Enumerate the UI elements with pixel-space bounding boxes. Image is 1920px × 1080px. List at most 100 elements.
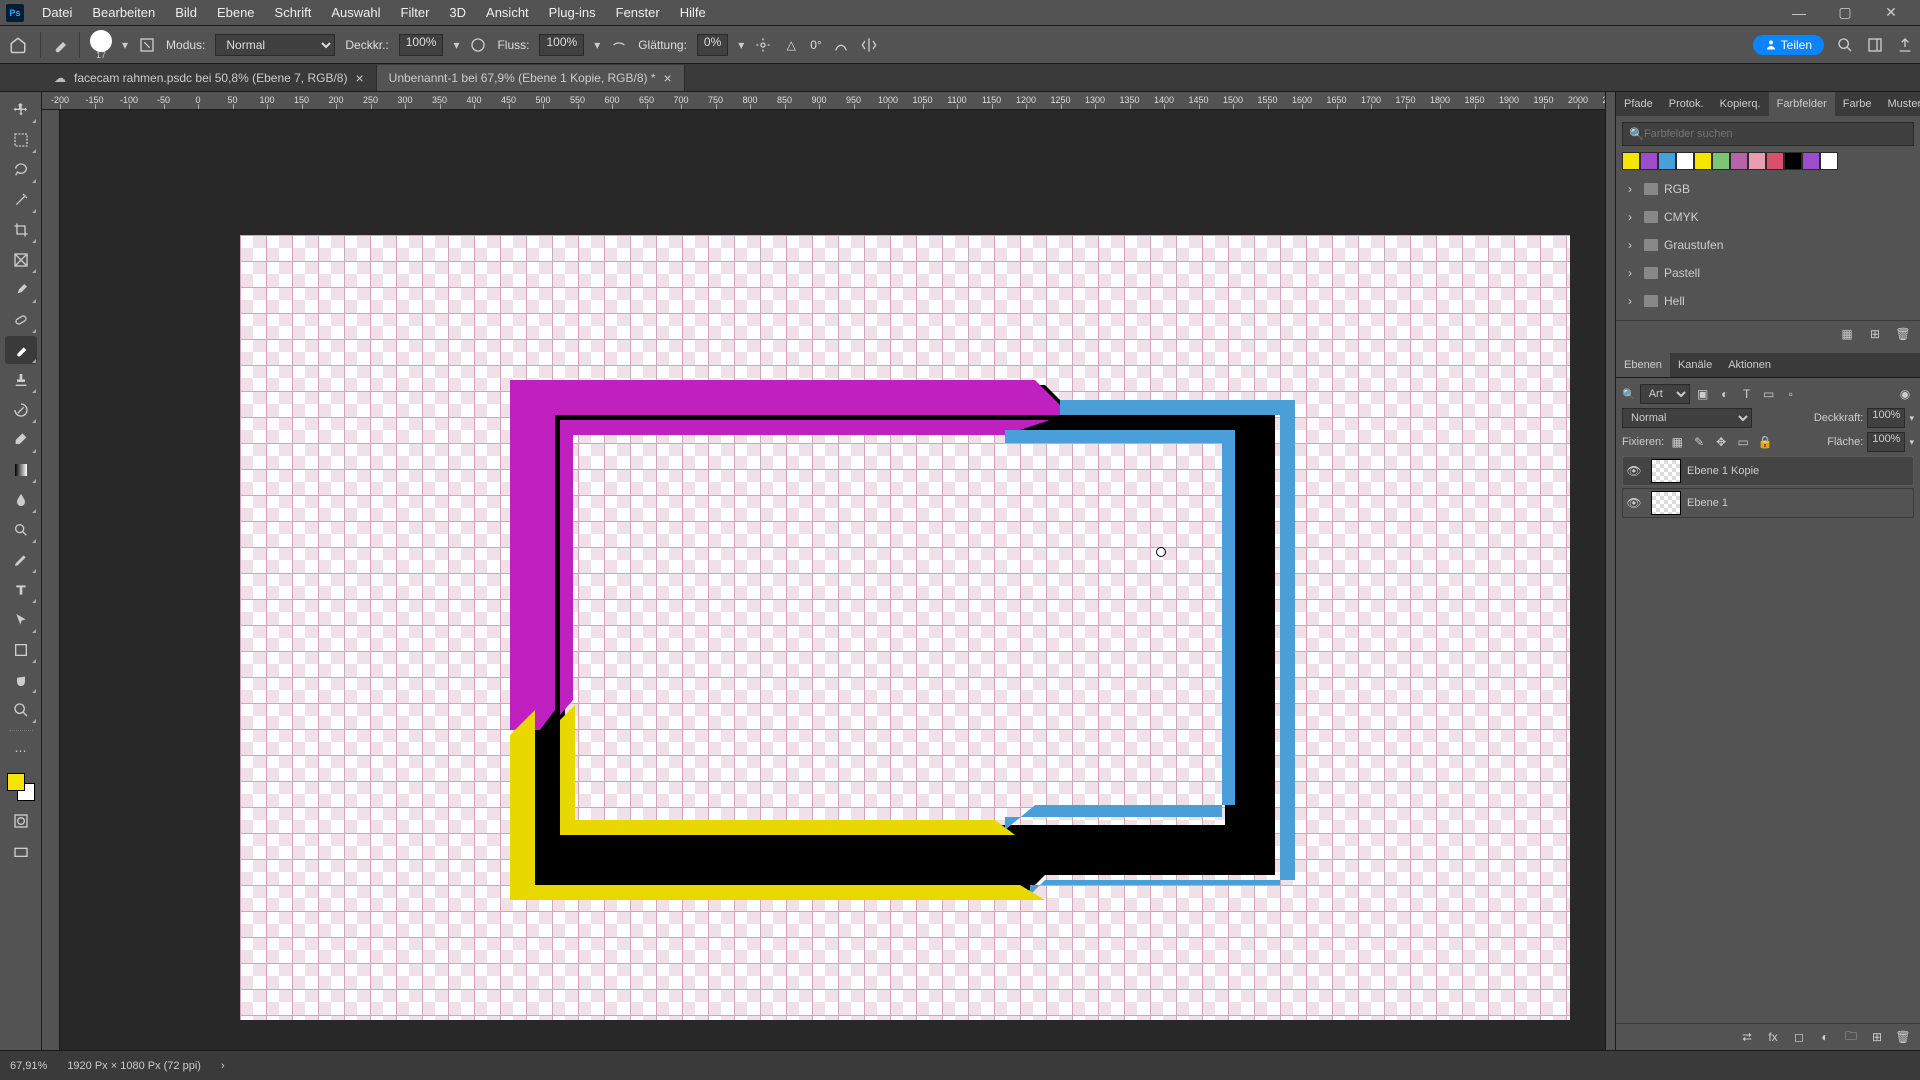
blend-mode-select[interactable]: Normal — [215, 34, 335, 56]
fill-value[interactable]: 100% — [1867, 432, 1905, 452]
color-swatch[interactable] — [1784, 152, 1802, 170]
trash-icon[interactable]: 🗑 — [1894, 1028, 1912, 1046]
adjustment-layer-icon[interactable]: ◐ — [1816, 1028, 1834, 1046]
menu-fenster[interactable]: Fenster — [606, 5, 670, 20]
tab-facecam[interactable]: ☁ facecam rahmen.psdc bei 50,8% (Ebene 7… — [42, 65, 377, 91]
menu-ebene[interactable]: Ebene — [207, 5, 265, 20]
eraser-tool[interactable] — [5, 426, 37, 454]
swatch-group[interactable]: ›Pastell — [1622, 260, 1914, 286]
stamp-tool[interactable] — [5, 366, 37, 394]
wand-tool[interactable] — [5, 186, 37, 214]
tab-kanaele[interactable]: Kanäle — [1670, 353, 1720, 377]
collapsed-panel-strip[interactable] — [1605, 92, 1615, 1050]
flow-value[interactable]: 100% — [539, 34, 584, 56]
color-swatch[interactable] — [1640, 152, 1658, 170]
tab-close-icon[interactable]: × — [355, 70, 363, 86]
new-layer-icon[interactable]: ⊞ — [1868, 1028, 1886, 1046]
lasso-tool[interactable] — [5, 156, 37, 184]
pressure-opacity-icon[interactable] — [469, 36, 487, 54]
marquee-tool[interactable] — [5, 126, 37, 154]
layer-name[interactable]: Ebene 1 Kopie — [1687, 465, 1759, 477]
menu-ansicht[interactable]: Ansicht — [476, 5, 539, 20]
group-layers-icon[interactable]: 🗀 — [1842, 1028, 1860, 1046]
new-swatch-icon[interactable]: ⊞ — [1866, 325, 1884, 343]
brush-tool-icon[interactable] — [51, 36, 69, 54]
layer-row[interactable]: 👁 Ebene 1 Kopie — [1622, 456, 1914, 486]
tab-pfade[interactable]: Pfade — [1616, 92, 1661, 116]
edit-toolbar[interactable]: ⋯ — [5, 737, 37, 765]
healing-tool[interactable] — [5, 306, 37, 334]
swatch-group[interactable]: ›Hell — [1622, 288, 1914, 314]
color-swatch[interactable] — [1658, 152, 1676, 170]
crop-tool[interactable] — [5, 216, 37, 244]
tab-muster[interactable]: Muster — [1879, 92, 1920, 116]
layer-name[interactable]: Ebene 1 — [1687, 497, 1728, 509]
filter-shape-icon[interactable]: ▭ — [1760, 385, 1778, 403]
move-tool[interactable] — [5, 96, 37, 124]
color-swatch[interactable] — [1820, 152, 1838, 170]
lock-transparency-icon[interactable]: ▦ — [1668, 433, 1686, 451]
export-icon[interactable] — [1896, 36, 1914, 54]
brush-panel-icon[interactable] — [138, 36, 156, 54]
menu-auswahl[interactable]: Auswahl — [321, 5, 390, 20]
zoom-level[interactable]: 67,91% — [10, 1060, 47, 1072]
layer-filter-select[interactable]: Art — [1640, 384, 1690, 404]
color-swatch[interactable] — [1766, 152, 1784, 170]
menu-filter[interactable]: Filter — [391, 5, 440, 20]
color-swatch[interactable] — [1622, 152, 1640, 170]
screen-mode-icon[interactable] — [9, 841, 33, 865]
menu-bearbeiten[interactable]: Bearbeiten — [82, 5, 165, 20]
lock-pixels-icon[interactable]: ✎ — [1690, 433, 1708, 451]
home-icon[interactable] — [6, 33, 30, 57]
window-maximize[interactable]: ▢ — [1822, 0, 1868, 26]
window-close[interactable]: ✕ — [1868, 0, 1914, 26]
window-minimize[interactable]: — — [1776, 0, 1822, 26]
share-button[interactable]: Teilen — [1753, 35, 1824, 55]
color-swatch[interactable] — [1748, 152, 1766, 170]
filter-toggle-icon[interactable]: ◉ — [1896, 385, 1914, 403]
menu-datei[interactable]: Datei — [32, 5, 82, 20]
eyedropper-tool[interactable] — [5, 276, 37, 304]
pen-tool[interactable] — [5, 546, 37, 574]
frame-tool[interactable] — [5, 246, 37, 274]
brush-tool[interactable] — [5, 336, 37, 364]
filter-type-icon[interactable]: T — [1738, 385, 1756, 403]
vertical-ruler[interactable] — [42, 110, 60, 1050]
hand-tool[interactable] — [5, 666, 37, 694]
tab-farbfelder[interactable]: Farbfelder — [1769, 92, 1835, 116]
filter-smart-icon[interactable]: ▫ — [1782, 385, 1800, 403]
quick-mask-icon[interactable] — [9, 809, 33, 833]
visibility-icon[interactable]: 👁 — [1623, 496, 1645, 510]
link-layers-icon[interactable]: ⮂ — [1738, 1028, 1756, 1046]
menu-hilfe[interactable]: Hilfe — [670, 5, 716, 20]
swatch-group[interactable]: ›CMYK — [1622, 204, 1914, 230]
workspace-icon[interactable] — [1866, 36, 1884, 54]
blur-tool[interactable] — [5, 486, 37, 514]
tab-farbe[interactable]: Farbe — [1835, 92, 1880, 116]
swatch-group[interactable]: ›Graustufen — [1622, 232, 1914, 258]
color-swatch[interactable] — [1730, 152, 1748, 170]
visibility-icon[interactable]: 👁 — [1623, 464, 1645, 478]
path-select-tool[interactable] — [5, 606, 37, 634]
swatch-group[interactable]: ›RGB — [1622, 176, 1914, 202]
tab-unbenannt[interactable]: Unbenannt-1 bei 67,9% (Ebene 1 Kopie, RG… — [377, 65, 685, 91]
tab-aktionen[interactable]: Aktionen — [1720, 353, 1779, 377]
layer-fx-icon[interactable]: fx — [1764, 1028, 1782, 1046]
layer-thumbnail[interactable] — [1651, 491, 1681, 515]
canvas-viewport[interactable] — [60, 110, 1605, 1050]
color-swatch[interactable] — [1802, 152, 1820, 170]
menu-plugins[interactable]: Plug-ins — [539, 5, 606, 20]
filter-image-icon[interactable]: ▣ — [1694, 385, 1712, 403]
brush-preview[interactable] — [90, 30, 112, 52]
angle-value[interactable]: 0° — [810, 38, 821, 52]
layer-row[interactable]: 👁 Ebene 1 — [1622, 488, 1914, 518]
airbrush-icon[interactable] — [610, 36, 628, 54]
lock-artboard-icon[interactable]: ▭ — [1734, 433, 1752, 451]
color-swatch[interactable] — [1712, 152, 1730, 170]
layer-opacity-value[interactable]: 100% — [1867, 408, 1905, 428]
chevron-right-icon[interactable]: › — [221, 1060, 225, 1072]
lock-position-icon[interactable]: ✥ — [1712, 433, 1730, 451]
type-tool[interactable] — [5, 576, 37, 604]
artboard[interactable] — [240, 235, 1570, 1020]
tab-protokoll[interactable]: Protok. — [1661, 92, 1712, 116]
